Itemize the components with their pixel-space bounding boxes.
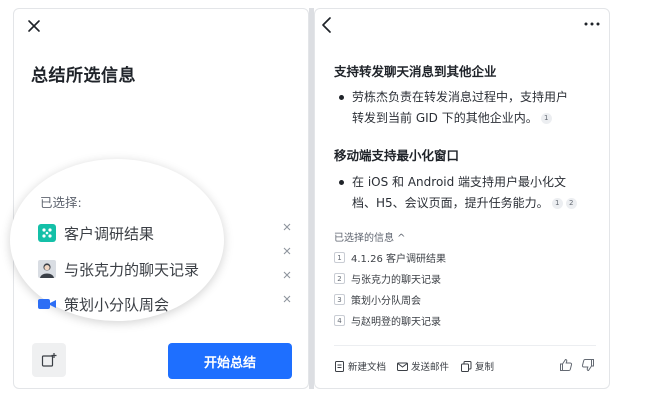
citation-badge[interactable]: 1 bbox=[551, 198, 563, 209]
citation-badge[interactable]: 2 bbox=[565, 198, 577, 209]
summary-result-panel: 支持转发聊天消息到其他企业 劳栋杰负责在转发消息过程中，支持用户 转发到当前 G… bbox=[314, 8, 610, 389]
send-mail-button[interactable]: 发送邮件 bbox=[397, 359, 449, 373]
paragraph-line: 转发到当前 GID 下的其他企业内。 1 bbox=[352, 108, 568, 129]
source-item[interactable]: 1 4.1.26 客户调研结果 bbox=[334, 249, 446, 265]
source-label: 与张克力的聊天记录 bbox=[351, 274, 441, 286]
add-selection-button[interactable] bbox=[32, 343, 66, 377]
selected-item[interactable]: 客户调研结果 bbox=[38, 221, 154, 245]
thumbs-up-icon[interactable] bbox=[559, 358, 573, 372]
sources-toggle[interactable]: 已选择的信息 ^ bbox=[334, 229, 406, 244]
divider bbox=[334, 345, 596, 346]
source-number: 2 bbox=[334, 272, 345, 284]
paragraph-line: 劳栋杰负责在转发消息过程中，支持用户 bbox=[352, 90, 569, 104]
video-meeting-icon bbox=[38, 295, 56, 313]
remove-icon[interactable] bbox=[282, 294, 292, 304]
panel-title: 总结所选信息 bbox=[31, 66, 136, 86]
mail-icon bbox=[397, 362, 408, 371]
bullet-dot bbox=[339, 95, 344, 100]
user-avatar bbox=[38, 260, 56, 278]
source-number: 1 bbox=[334, 251, 345, 263]
selected-item-label: 与张克力的聊天记录 bbox=[64, 260, 200, 279]
more-icon[interactable] bbox=[583, 18, 601, 30]
remove-icon[interactable] bbox=[282, 222, 292, 232]
summarize-panel: 总结所选信息 已选择: 客户调研结果 与张克力的聊天记录 策划小分队周会 开始总… bbox=[10, 8, 309, 389]
paragraph-line: 在 iOS 和 Android 端支持用户最小化文 bbox=[352, 175, 567, 189]
section-heading: 支持转发聊天消息到其他企业 bbox=[334, 64, 497, 79]
paragraph-line-text: 转发到当前 GID 下的其他企业内。 bbox=[352, 111, 538, 125]
remove-icon[interactable] bbox=[282, 270, 292, 280]
close-icon[interactable] bbox=[24, 16, 44, 36]
source-number: 3 bbox=[334, 293, 345, 305]
doc-icon bbox=[335, 360, 344, 372]
citation-badge[interactable]: 1 bbox=[540, 113, 552, 124]
selected-label: 已选择: bbox=[40, 195, 82, 210]
copy-icon bbox=[461, 360, 472, 372]
source-item[interactable]: 3 策划小分队周会 bbox=[334, 291, 421, 307]
source-label: 4.1.26 客户调研结果 bbox=[351, 253, 446, 265]
section-heading: 移动端支持最小化窗口 bbox=[334, 148, 460, 163]
send-mail-label: 发送邮件 bbox=[411, 362, 450, 373]
paragraph-line: 档、H5、会议页面，提升任务能力。 1 2 bbox=[352, 193, 577, 214]
add-selection-icon bbox=[41, 353, 57, 367]
selected-item-label: 策划小分队周会 bbox=[64, 295, 170, 314]
source-item[interactable]: 4 与赵明登的聊天记录 bbox=[334, 312, 441, 328]
section-paragraph: 在 iOS 和 Android 端支持用户最小化文 档、H5、会议页面，提升任务… bbox=[352, 172, 577, 214]
source-item[interactable]: 2 与张克力的聊天记录 bbox=[334, 270, 441, 286]
source-number: 4 bbox=[334, 314, 345, 326]
selected-item[interactable]: 策划小分队周会 bbox=[38, 292, 169, 316]
new-doc-label: 新建文档 bbox=[348, 362, 387, 373]
selected-item-label: 客户调研结果 bbox=[64, 224, 155, 243]
doc-app-icon bbox=[38, 224, 56, 242]
selected-item[interactable]: 与张克力的聊天记录 bbox=[38, 257, 199, 281]
thumbs-down-icon[interactable] bbox=[581, 358, 595, 372]
new-doc-button[interactable]: 新建文档 bbox=[334, 359, 386, 373]
remove-icon[interactable] bbox=[282, 246, 292, 256]
copy-label: 复制 bbox=[475, 362, 495, 373]
section-paragraph: 劳栋杰负责在转发消息过程中，支持用户 转发到当前 GID 下的其他企业内。 1 bbox=[352, 87, 568, 129]
start-summary-button[interactable]: 开始总结 bbox=[168, 343, 292, 379]
back-chevron-icon[interactable] bbox=[319, 16, 335, 34]
bullet-dot bbox=[339, 180, 344, 185]
source-label: 与赵明登的聊天记录 bbox=[351, 316, 441, 328]
copy-button[interactable]: 复制 bbox=[461, 359, 494, 373]
paragraph-line-text: 档、H5、会议页面，提升任务能力。 bbox=[352, 196, 549, 210]
source-label: 策划小分队周会 bbox=[351, 295, 421, 307]
